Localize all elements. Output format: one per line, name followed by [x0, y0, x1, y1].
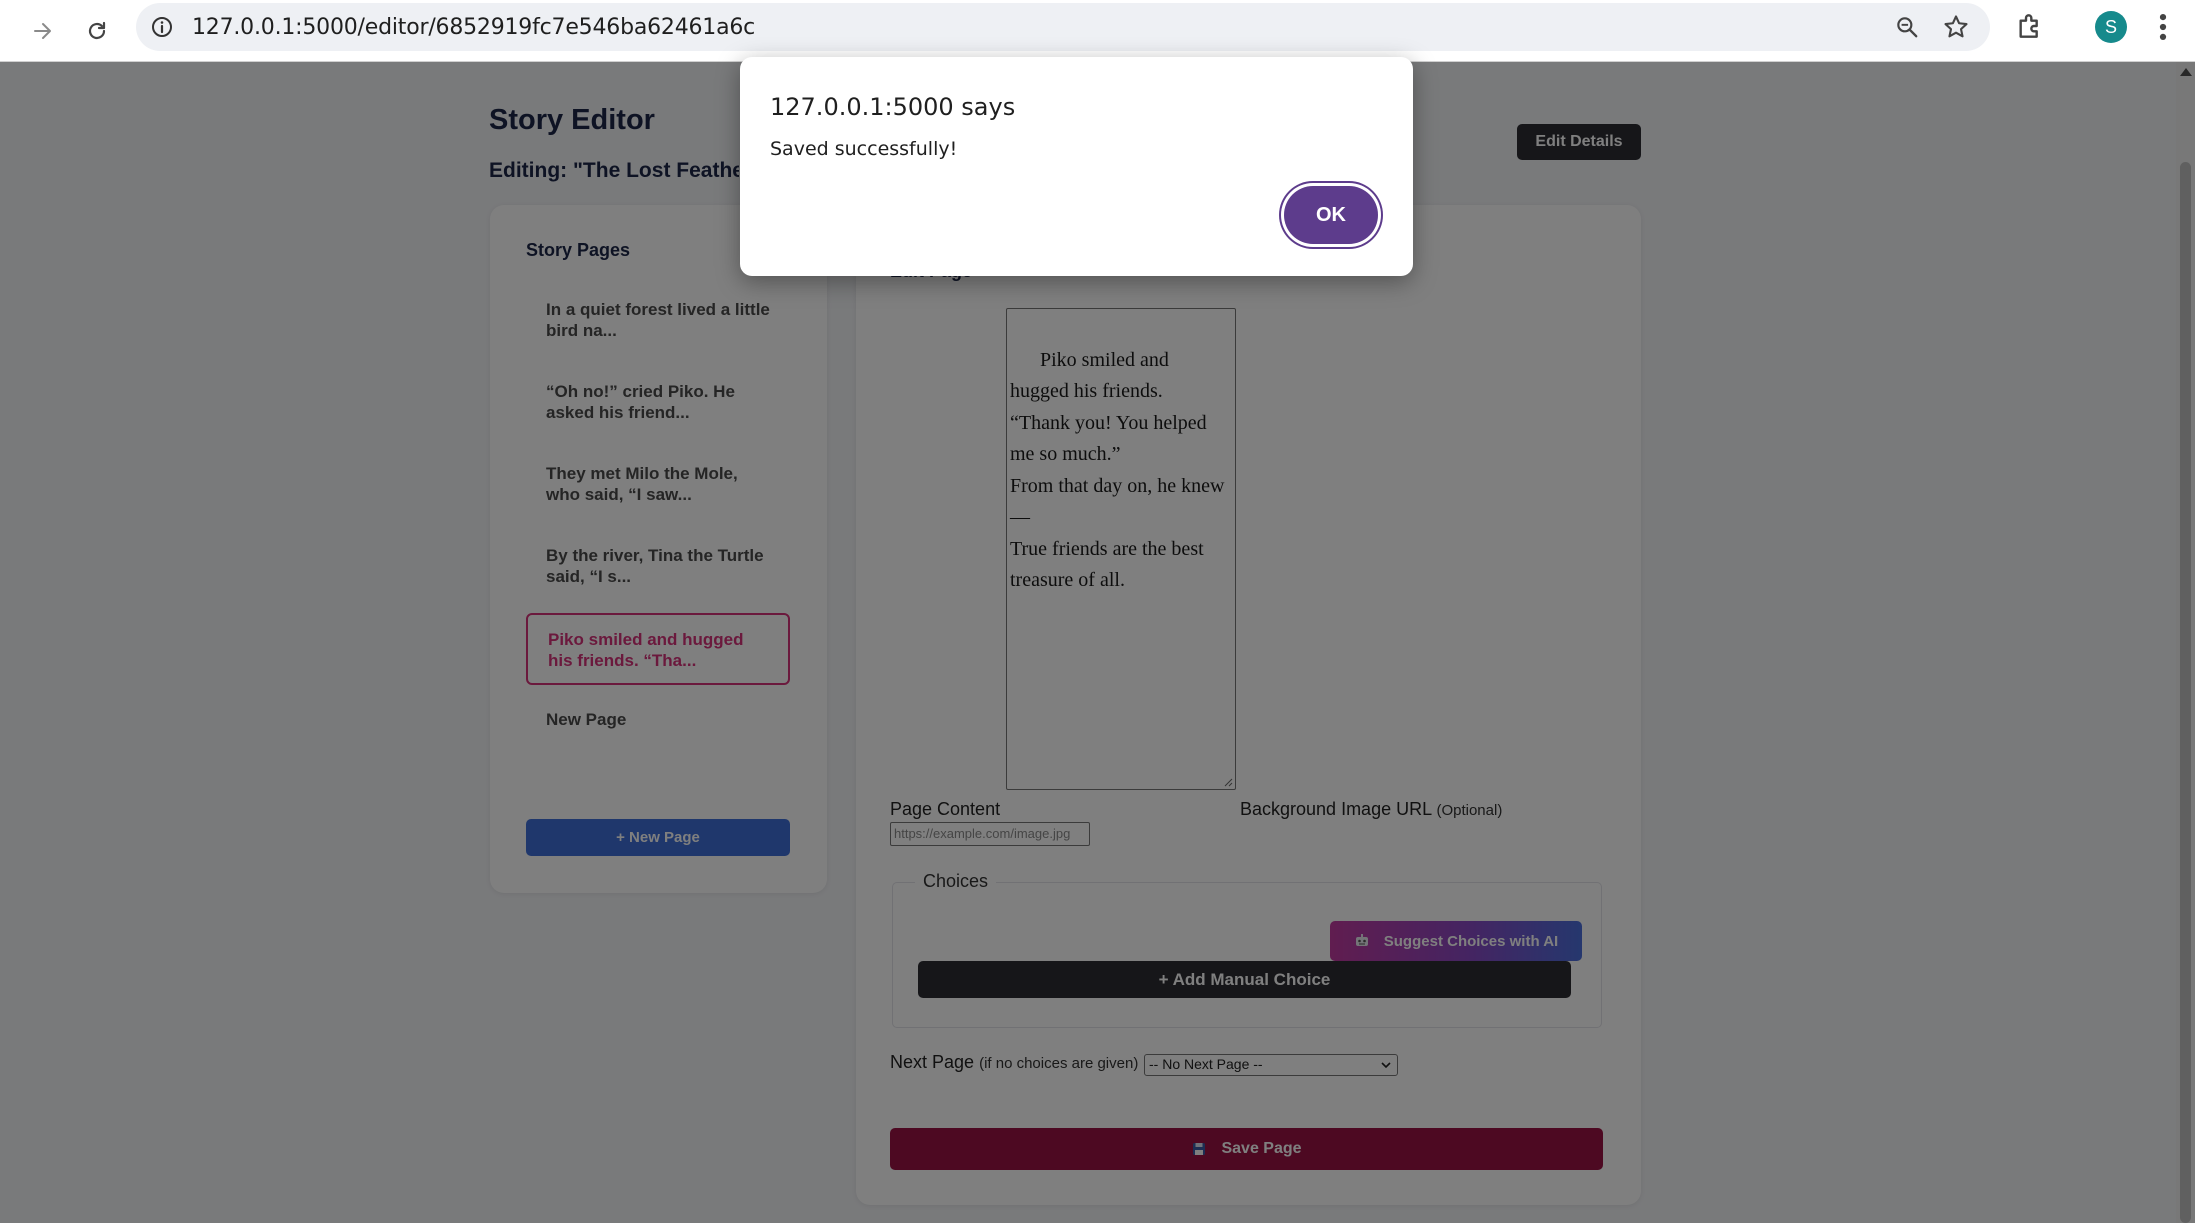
- dialog-message: Saved successfully!: [770, 138, 958, 160]
- forward-button[interactable]: [22, 10, 64, 52]
- reload-icon: [88, 21, 106, 40]
- alert-dialog: 127.0.0.1:5000 says Saved successfully! …: [740, 57, 1413, 276]
- reload-button[interactable]: [76, 10, 118, 52]
- browser-toolbar: 127.0.0.1:5000/editor/6852919fc7e546ba62…: [0, 0, 2195, 62]
- more-menu-icon[interactable]: [2150, 10, 2176, 44]
- address-bar[interactable]: 127.0.0.1:5000/editor/6852919fc7e546ba62…: [136, 3, 1990, 51]
- dialog-title: 127.0.0.1:5000 says: [770, 93, 1016, 121]
- bookmark-star-icon[interactable]: [1942, 13, 1970, 41]
- info-icon[interactable]: [150, 15, 174, 39]
- zoom-icon[interactable]: [1894, 14, 1920, 40]
- extensions-icon[interactable]: [2014, 10, 2046, 42]
- url-text[interactable]: 127.0.0.1:5000/editor/6852919fc7e546ba62…: [192, 15, 755, 40]
- profile-avatar[interactable]: S: [2095, 11, 2127, 43]
- ok-button[interactable]: OK: [1284, 186, 1378, 244]
- arrow-right-icon: [34, 23, 51, 39]
